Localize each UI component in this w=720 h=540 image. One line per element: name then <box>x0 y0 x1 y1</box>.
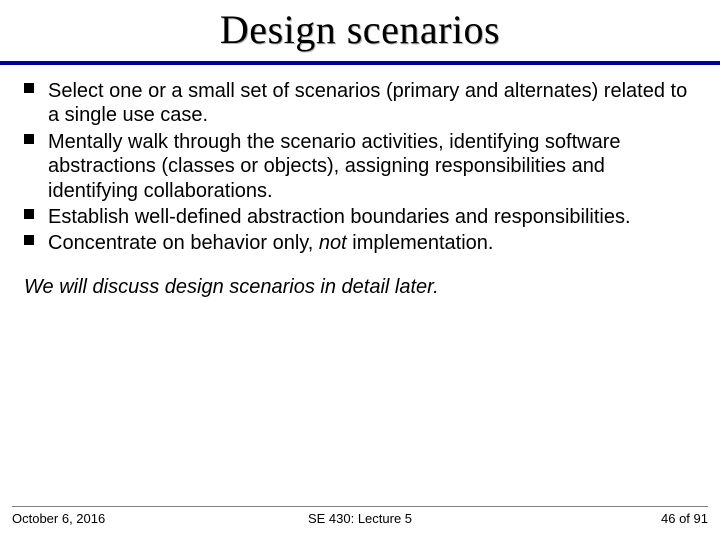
list-item: Select one or a small set of scenarios (… <box>24 79 696 128</box>
bullet-text: Establish well-defined abstraction bound… <box>48 206 631 228</box>
footer-course: SE 430: Lecture 5 <box>244 511 476 526</box>
footer-page: 46 of 91 <box>476 511 708 526</box>
list-item: Concentrate on behavior only, not implem… <box>24 231 696 255</box>
bullet-text: Select one or a small set of scenarios (… <box>48 80 687 126</box>
square-bullet-icon <box>24 134 34 144</box>
square-bullet-icon <box>24 235 34 245</box>
list-item: Mentally walk through the scenario activ… <box>24 130 696 203</box>
closing-note: We will discuss design scenarios in deta… <box>0 258 720 299</box>
slide: Design scenarios Select one or a small s… <box>0 0 720 540</box>
slide-title: Design scenarios <box>0 0 720 61</box>
content-area: Select one or a small set of scenarios (… <box>0 65 720 256</box>
footer-rule <box>12 506 708 507</box>
bullet-text: Mentally walk through the scenario activ… <box>48 131 621 202</box>
bullet-text: implementation. <box>347 232 494 254</box>
list-item: Establish well-defined abstraction bound… <box>24 205 696 229</box>
square-bullet-icon <box>24 83 34 93</box>
footer-date: October 6, 2016 <box>12 511 244 526</box>
bullet-text-emph: not <box>319 232 347 254</box>
bullet-text: Concentrate on behavior only, <box>48 232 319 254</box>
footer: October 6, 2016 SE 430: Lecture 5 46 of … <box>0 506 720 540</box>
footer-row: October 6, 2016 SE 430: Lecture 5 46 of … <box>0 511 720 532</box>
bullet-list: Select one or a small set of scenarios (… <box>24 79 696 256</box>
square-bullet-icon <box>24 209 34 219</box>
